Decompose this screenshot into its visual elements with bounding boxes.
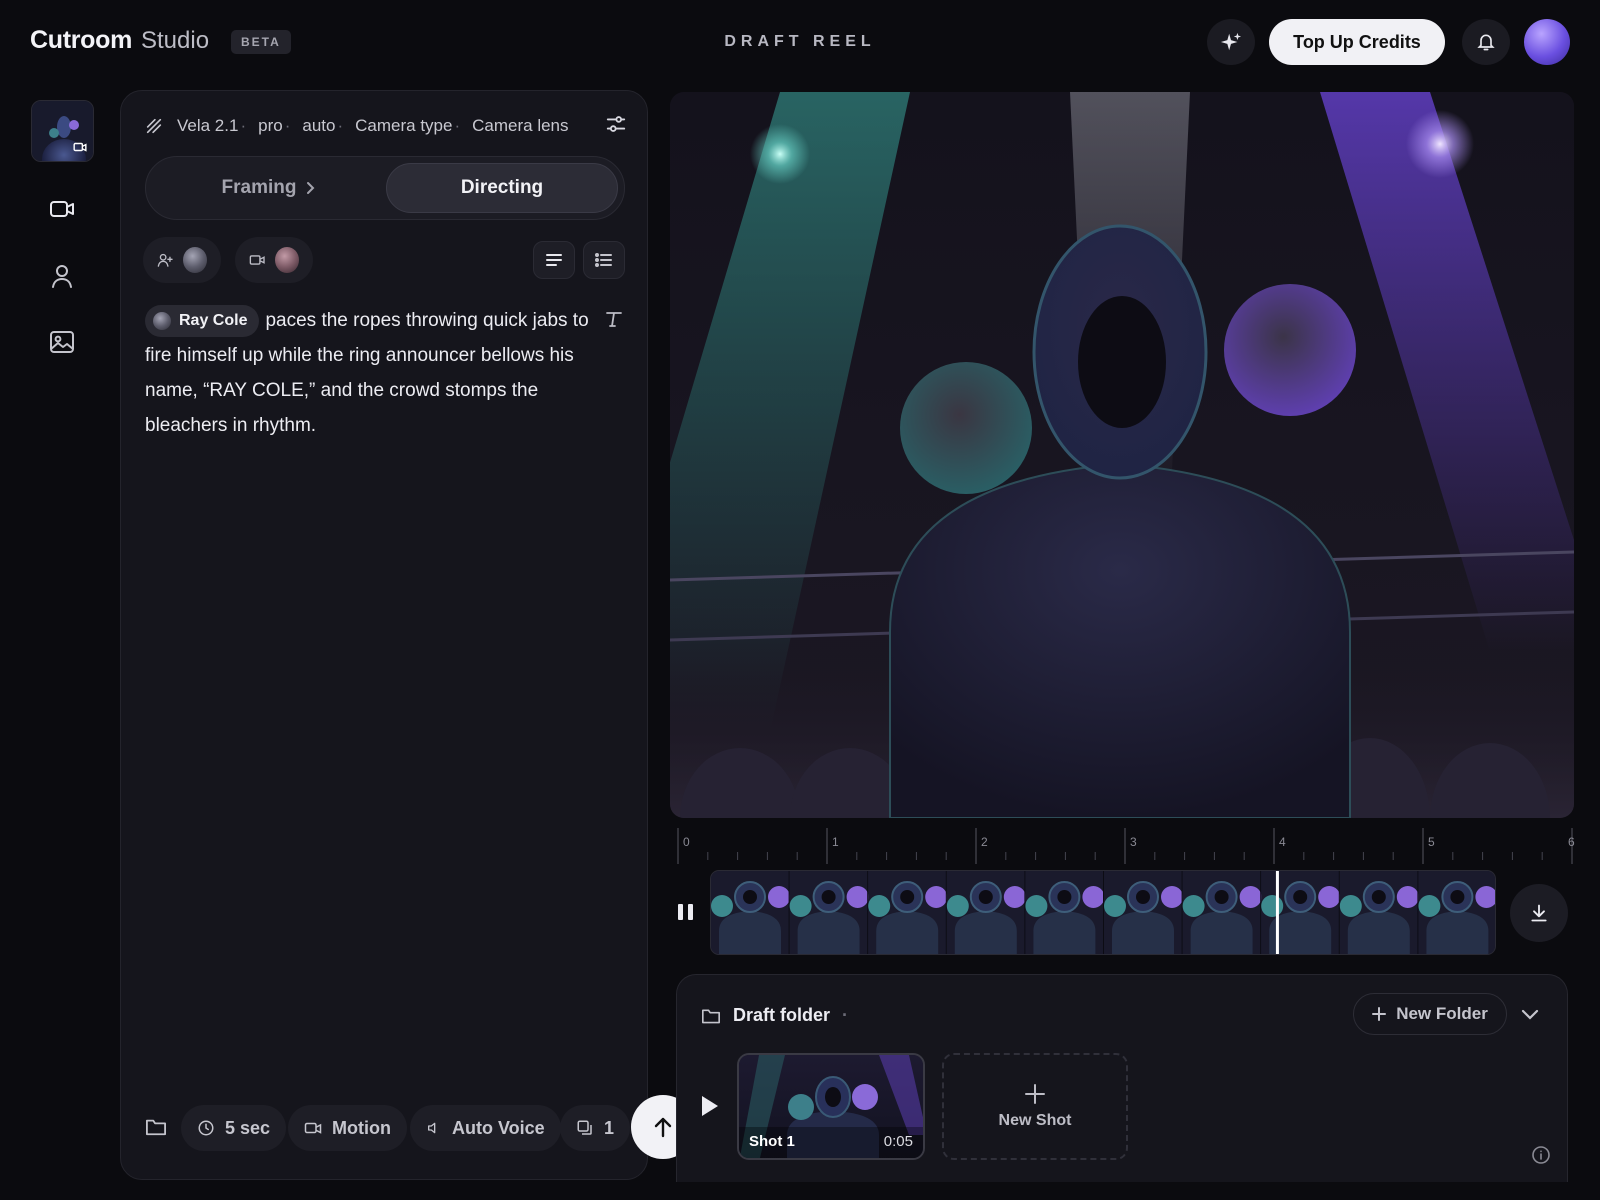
chevron-down-icon[interactable] bbox=[1521, 1009, 1539, 1021]
film-frame bbox=[1418, 871, 1495, 954]
character-tag[interactable]: Ray Cole bbox=[145, 304, 260, 337]
video-preview[interactable] bbox=[670, 92, 1574, 818]
prompt-panel: Vela 2.1 · pro · auto · Camera type · Camera… bbox=[120, 90, 648, 1180]
mode-setting[interactable]: auto bbox=[302, 116, 335, 136]
pause-button[interactable] bbox=[675, 900, 697, 924]
camera-icon bbox=[304, 1122, 322, 1134]
variations-chip[interactable]: 1 bbox=[560, 1105, 631, 1151]
bell-icon bbox=[1477, 34, 1495, 51]
chevron-right-icon bbox=[307, 182, 315, 194]
user-avatar[interactable] bbox=[1524, 19, 1570, 65]
folder-name: Draft folder bbox=[733, 1005, 831, 1025]
shot-duration: 0:05 bbox=[883, 1133, 913, 1150]
add-person-icon bbox=[157, 253, 173, 267]
ruler-label: 2 bbox=[981, 835, 988, 849]
filmstrip[interactable] bbox=[710, 870, 1496, 955]
draft-folder-panel: Draft folder · New Folder Shot 1 0:05 Ne… bbox=[676, 974, 1568, 1182]
ruler-label: 0 bbox=[683, 835, 690, 849]
plus-icon bbox=[1025, 1083, 1045, 1104]
text-align-icon bbox=[546, 254, 562, 266]
image-icon[interactable] bbox=[48, 328, 76, 356]
add-camera-chip[interactable] bbox=[235, 237, 313, 283]
duration-chip[interactable]: 5 sec bbox=[181, 1105, 287, 1151]
add-character-chip[interactable] bbox=[143, 237, 221, 283]
app-header: Cutroom Studio BETA DRAFT REEL Top Up Cr… bbox=[0, 0, 1600, 84]
playhead[interactable] bbox=[1275, 871, 1279, 955]
list-view-button[interactable] bbox=[583, 241, 625, 279]
info-icon[interactable] bbox=[1531, 1145, 1551, 1165]
sparkle-icon bbox=[1220, 32, 1242, 51]
magic-button[interactable] bbox=[1207, 19, 1255, 65]
new-shot-button[interactable]: New Shot bbox=[942, 1053, 1128, 1160]
mode-segmented-control: Framing Directing bbox=[145, 156, 625, 220]
camera-badge-icon bbox=[73, 142, 87, 152]
motion-chip[interactable]: Motion bbox=[288, 1105, 407, 1151]
film-frame bbox=[789, 871, 869, 954]
film-frame bbox=[868, 871, 948, 954]
ruler-label: 4 bbox=[1279, 835, 1286, 849]
film-frame bbox=[1104, 871, 1183, 954]
film-frame bbox=[1025, 871, 1105, 954]
film-frame bbox=[946, 871, 1026, 954]
shot-card[interactable]: Shot 1 0:05 bbox=[737, 1053, 925, 1160]
model-slash-icon bbox=[146, 118, 162, 134]
paragraph-view-button[interactable] bbox=[533, 241, 575, 279]
download-icon bbox=[1531, 904, 1547, 922]
prompt-text[interactable]: Ray Cole paces the ropes throwing quick j… bbox=[145, 303, 595, 443]
tab-directing[interactable]: Directing bbox=[386, 163, 618, 213]
camera-avatar bbox=[275, 247, 299, 273]
plus-icon bbox=[1372, 1007, 1387, 1021]
download-button[interactable] bbox=[1510, 884, 1568, 942]
notifications-button[interactable] bbox=[1462, 19, 1510, 65]
folder-icon bbox=[701, 1008, 720, 1023]
ruler-label: 1 bbox=[832, 835, 839, 849]
voice-chip[interactable]: Auto Voice bbox=[410, 1105, 561, 1151]
film-frame bbox=[711, 871, 790, 954]
arrow-up-icon bbox=[654, 1117, 672, 1138]
clock-icon bbox=[198, 1120, 214, 1136]
text-style-icon[interactable] bbox=[604, 309, 624, 329]
pause-icon bbox=[678, 904, 693, 920]
ruler-label: 6 bbox=[1568, 835, 1575, 849]
shot-name: Shot 1 bbox=[749, 1133, 795, 1150]
film-frame bbox=[1261, 871, 1341, 954]
model-name[interactable]: Vela 2.1 bbox=[177, 116, 238, 136]
sliders-icon[interactable] bbox=[605, 113, 627, 135]
play-icon[interactable] bbox=[701, 1095, 719, 1117]
project-thumbnail[interactable] bbox=[31, 100, 94, 162]
ruler-label: 3 bbox=[1130, 835, 1137, 849]
film-frame bbox=[1339, 871, 1419, 954]
model-toolbar: Vela 2.1 · pro · auto · Camera type · Camera… bbox=[145, 111, 569, 141]
top-up-credits-button[interactable]: Top Up Credits bbox=[1269, 19, 1445, 65]
folder-header[interactable]: Draft folder · bbox=[701, 1005, 848, 1026]
character-avatar bbox=[183, 247, 207, 273]
film-frame bbox=[1182, 871, 1262, 954]
timeline-ruler[interactable]: 0 1 2 3 4 5 6 bbox=[676, 828, 1576, 872]
tab-framing[interactable]: Framing bbox=[154, 163, 384, 213]
speaker-icon bbox=[428, 1122, 436, 1134]
quality-setting[interactable]: pro bbox=[258, 116, 283, 136]
video-icon[interactable] bbox=[48, 195, 76, 223]
camera-add-icon bbox=[249, 255, 265, 265]
person-icon[interactable] bbox=[48, 262, 76, 290]
folder-icon[interactable] bbox=[145, 1117, 167, 1137]
new-folder-button[interactable]: New Folder bbox=[1353, 993, 1507, 1035]
list-icon bbox=[595, 253, 612, 267]
copies-icon bbox=[577, 1120, 592, 1135]
camera-lens-setting[interactable]: Camera lens bbox=[472, 116, 568, 136]
ruler-label: 5 bbox=[1428, 835, 1435, 849]
camera-type-setting[interactable]: Camera type bbox=[355, 116, 452, 136]
